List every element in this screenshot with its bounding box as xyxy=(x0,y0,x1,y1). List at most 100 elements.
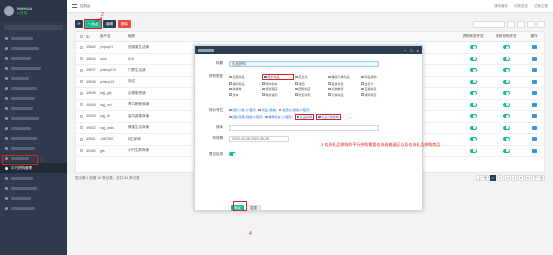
edit-row-button[interactable] xyxy=(531,148,537,153)
topbar-link[interactable]: 清除缓存 xyxy=(494,4,508,9)
type-checkbox[interactable]: 电商返利 xyxy=(262,93,294,97)
sidebar-item[interactable] xyxy=(0,73,67,83)
page-button[interactable]: 3 xyxy=(503,175,510,181)
page-button[interactable]: 2 xyxy=(496,175,503,181)
status-toggle[interactable] xyxy=(469,45,477,50)
phone-toggle[interactable] xyxy=(502,125,510,130)
phone-toggle[interactable] xyxy=(502,56,510,61)
sidebar-item[interactable] xyxy=(0,193,67,203)
type-checkbox[interactable]: 拼团 xyxy=(295,82,327,86)
edit-row-button[interactable] xyxy=(531,79,537,84)
title-input[interactable]: 礼品拼购 xyxy=(229,61,379,67)
page-button[interactable]: 5 xyxy=(517,175,524,181)
phone-toggle[interactable] xyxy=(502,68,510,73)
sidebar-item[interactable] xyxy=(0,173,67,183)
row-checkbox[interactable] xyxy=(79,57,83,61)
sidebar-item[interactable] xyxy=(0,53,67,63)
sidebar-search-input[interactable] xyxy=(4,25,63,30)
page-button[interactable]: 6 xyxy=(524,175,531,181)
select-all-checkbox[interactable] xyxy=(79,35,83,38)
breadcrumb[interactable]: 控制台 xyxy=(80,4,91,9)
sidebar-item[interactable] xyxy=(0,143,67,153)
type-checkbox[interactable]: 拼餐券 xyxy=(229,87,261,91)
row-checkbox[interactable] xyxy=(79,114,83,118)
sidebar-item[interactable] xyxy=(0,133,67,143)
type-checkbox[interactable]: 会员卡 xyxy=(361,82,393,86)
column-header[interactable]: ID xyxy=(86,35,100,39)
status-toggle[interactable] xyxy=(469,56,477,61)
type-checkbox[interactable]: 商品 (微信) xyxy=(258,108,277,112)
search-input[interactable] xyxy=(473,20,505,28)
column-header[interactable]: 手机号码开关 xyxy=(488,34,524,39)
type-checkbox[interactable]: 直播拼货 xyxy=(361,87,393,91)
sidebar-item[interactable] xyxy=(0,83,67,93)
type-checkbox[interactable]: 洗车 xyxy=(229,93,261,97)
column-header[interactable]: 拼购状态开关 xyxy=(458,34,488,39)
refresh-button[interactable]: ⟳ xyxy=(75,20,83,28)
edit-row-button[interactable] xyxy=(531,102,537,107)
enable-toggle[interactable] xyxy=(229,152,236,156)
export-icon[interactable] xyxy=(527,20,535,28)
row-checkbox[interactable] xyxy=(79,149,83,153)
status-toggle[interactable] xyxy=(469,102,477,107)
type-checkbox[interactable]: 商品拼购 xyxy=(361,74,393,80)
phone-toggle[interactable] xyxy=(502,114,510,119)
page-button[interactable]: 上一页 xyxy=(475,175,489,181)
row-checkbox[interactable] xyxy=(79,68,83,72)
topbar-link[interactable]: 切换主题 xyxy=(534,4,548,9)
type-checkbox[interactable]: 团队专属 (微信/小程序) xyxy=(229,114,263,120)
refresh-table-icon[interactable] xyxy=(507,20,515,28)
type-checkbox[interactable]: 附近商家 xyxy=(295,93,327,97)
page-button[interactable]: 1 xyxy=(489,175,496,181)
maximize-icon[interactable]: □ xyxy=(410,48,412,53)
status-toggle[interactable] xyxy=(469,114,477,119)
type-checkbox[interactable]: 限时秒杀 xyxy=(262,82,294,86)
search-toggle-icon[interactable] xyxy=(537,20,545,28)
page-button[interactable]: 4 xyxy=(510,175,517,181)
type-checkbox[interactable]: 礼品 (微信端) xyxy=(316,114,342,120)
type-checkbox[interactable]: 好物推荐 xyxy=(328,87,360,91)
minimize-icon[interactable]: − xyxy=(404,48,406,53)
status-toggle[interactable] xyxy=(469,91,477,96)
sort-input[interactable] xyxy=(229,125,379,131)
row-checkbox[interactable] xyxy=(79,126,83,130)
edit-row-button[interactable] xyxy=(531,45,537,50)
columns-icon[interactable] xyxy=(517,20,525,28)
row-checkbox[interactable] xyxy=(79,137,83,141)
row-checkbox[interactable] xyxy=(79,103,83,107)
sidebar-item[interactable] xyxy=(0,33,67,43)
status-toggle[interactable] xyxy=(469,148,477,153)
edit-row-button[interactable] xyxy=(531,56,537,61)
sidebar-item[interactable] xyxy=(0,203,67,213)
phone-toggle[interactable] xyxy=(502,91,510,96)
menu-icon[interactable] xyxy=(72,4,77,8)
type-checkbox[interactable]: 推荐好友 (小程序) xyxy=(265,114,293,120)
type-checkbox[interactable]: 全部商品 xyxy=(229,74,261,80)
sidebar-item[interactable] xyxy=(0,43,67,53)
edit-row-button[interactable] xyxy=(531,137,537,142)
row-checkbox[interactable] xyxy=(79,91,83,95)
date-range-input[interactable]: 2022-03-08 2022-09-28 xyxy=(229,136,289,142)
column-header[interactable]: 昵称 xyxy=(128,34,164,39)
row-checkbox[interactable] xyxy=(79,45,83,49)
type-checkbox[interactable]: 分销商品 xyxy=(328,93,360,97)
column-header[interactable]: 用户名 xyxy=(100,34,128,39)
edit-button[interactable]: 编辑 xyxy=(103,20,117,28)
topbar-link[interactable]: 切换语言 xyxy=(514,4,528,9)
phone-toggle[interactable] xyxy=(502,148,510,153)
type-checkbox[interactable]: 团队人数 (小程序) xyxy=(229,108,256,112)
sidebar-item[interactable] xyxy=(0,63,67,73)
edit-row-button[interactable] xyxy=(531,114,537,119)
sidebar-item[interactable] xyxy=(0,183,67,193)
phone-toggle[interactable] xyxy=(502,45,510,50)
sidebar-item[interactable] xyxy=(0,103,67,113)
type-checkbox[interactable]: 团购到店 xyxy=(295,87,327,91)
sidebar-item[interactable] xyxy=(0,93,67,103)
delete-button[interactable]: 删除 xyxy=(118,20,132,28)
type-checkbox[interactable]: 免费兑 (微信/小程序) xyxy=(278,108,310,112)
edit-row-button[interactable] xyxy=(531,91,537,96)
type-checkbox[interactable]: 礼品拼购 xyxy=(294,114,315,120)
status-toggle[interactable] xyxy=(469,125,477,130)
status-toggle[interactable] xyxy=(469,68,477,73)
edit-row-button[interactable] xyxy=(531,68,537,73)
